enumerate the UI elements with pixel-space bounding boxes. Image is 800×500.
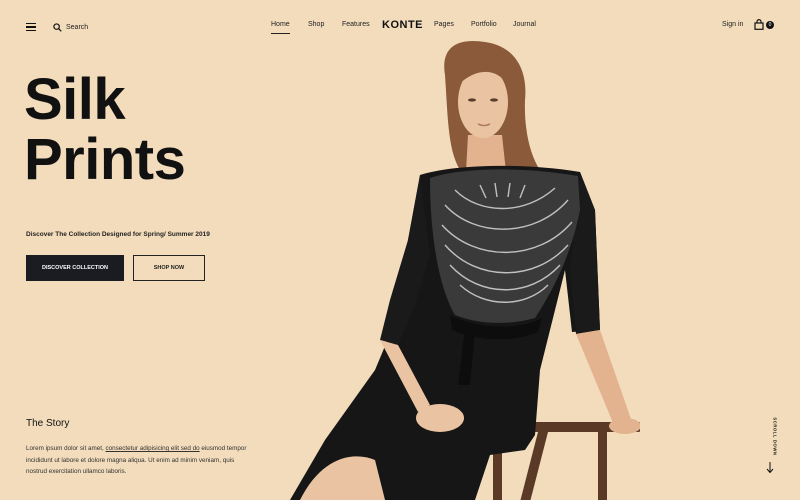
story-text-start: Lorem ipsum dolor sit amet,: [26, 445, 106, 452]
story-link[interactable]: consectetur adipisicing elit sed do: [105, 445, 199, 452]
hero-subtitle: Discover The Collection Designed for Spr…: [26, 231, 210, 238]
scroll-down-label: SCROLL DOWN: [772, 417, 778, 456]
arrow-down-icon[interactable]: [766, 462, 774, 474]
cart-count-badge: 0: [766, 21, 774, 29]
nav-item-portfolio[interactable]: Portfolio: [471, 21, 497, 28]
page: Search Home Shop Features Pages Portfoli…: [0, 0, 800, 500]
hero-title-line1: Silk: [24, 67, 126, 132]
menu-icon[interactable]: [26, 23, 36, 31]
shop-now-button[interactable]: SHOP NOW: [133, 255, 205, 281]
hero-title-line2: Prints: [24, 127, 186, 192]
hero-title: Silk Prints: [24, 67, 186, 192]
story-title: The Story: [26, 418, 70, 429]
cart-button[interactable]: 0: [754, 19, 776, 33]
nav-item-pages[interactable]: Pages: [434, 21, 454, 28]
site-logo[interactable]: KONTE: [382, 19, 423, 31]
nav-item-journal[interactable]: Journal: [513, 21, 536, 28]
nav-item-home[interactable]: Home: [271, 21, 290, 34]
search-button[interactable]: Search: [53, 20, 88, 34]
search-icon: [53, 22, 62, 32]
nav-item-features[interactable]: Features: [342, 21, 370, 28]
hero-model-image: [290, 40, 640, 500]
nav-item-shop[interactable]: Shop: [308, 21, 324, 28]
signin-link[interactable]: Sign in: [722, 21, 743, 28]
scroll-down-link[interactable]: SCROLL DOWN: [769, 417, 778, 458]
shopping-bag-icon: [754, 19, 764, 30]
discover-collection-button[interactable]: DISCOVER COLLECTION: [26, 255, 124, 281]
story-text: Lorem ipsum dolor sit amet, consectetur …: [26, 443, 256, 478]
search-label: Search: [66, 23, 89, 31]
